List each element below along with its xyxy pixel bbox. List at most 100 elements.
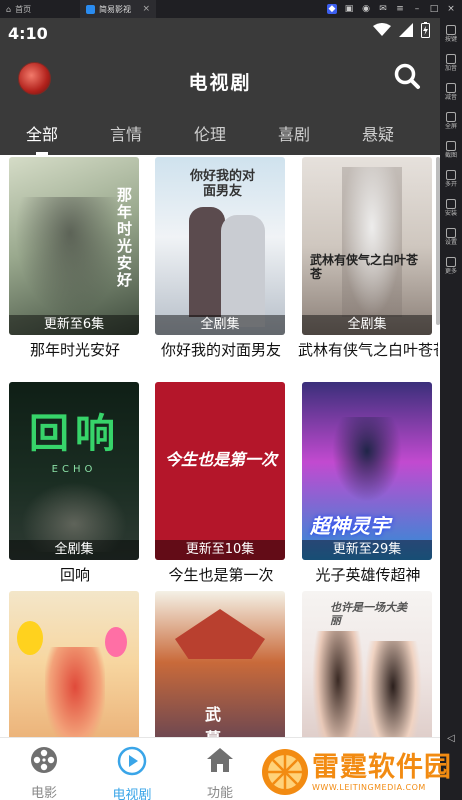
episode-badge: 全剧集 (302, 315, 432, 335)
volume-down-icon (445, 83, 456, 93)
video-title: 那年时光安好 (29, 341, 120, 359)
poster-figure (364, 641, 422, 737)
tab-all[interactable]: 全部 (0, 118, 84, 155)
sidebar-label: 多开 (444, 181, 457, 188)
poster-title-art: 武林有侠气之白叶苍苍 (310, 253, 419, 281)
volume-up-icon (445, 54, 456, 64)
emulator-window-controls: ◆ ▣ ◉ ✉ ≡ – □ × (327, 4, 462, 14)
poster-image: 你好我的对面男友 全剧集 (155, 157, 285, 335)
close-icon[interactable]: × (142, 4, 150, 14)
home-tab-label: 首页 (15, 4, 32, 14)
video-card[interactable] (9, 591, 139, 737)
poster-figures (45, 647, 105, 737)
app-header: 4:10 电视剧 全部 言情 伦理 喜剧 悬疑 (0, 18, 440, 155)
video-card[interactable]: 武幕 (155, 591, 285, 737)
episode-badge: 更新至29集 (302, 540, 432, 560)
app-tab-label: 简易影视 (99, 4, 131, 14)
tab-comedy[interactable]: 喜剧 (252, 118, 336, 155)
sidebar-screenshot[interactable]: 截图 (445, 141, 457, 167)
keyboard-icon (445, 25, 456, 35)
menu-icon[interactable]: ≡ (395, 4, 405, 14)
video-card[interactable]: 超神灵宇 更新至29集 光子英雄传超神 (302, 382, 432, 585)
back-arrow-icon[interactable]: ◁ (447, 733, 455, 744)
poster-image: 超神灵宇 更新至29集 (302, 382, 432, 560)
play-icon (117, 746, 147, 776)
watermark-url: WWW.LEITINGMEDIA.COM (312, 782, 426, 792)
orange-slice-icon (263, 750, 307, 794)
scrollbar[interactable] (436, 157, 440, 325)
nav-functions[interactable]: 功能 (190, 746, 250, 800)
video-card[interactable]: 也许是一场大美丽 (302, 591, 432, 737)
sidebar-label: 加音 (444, 65, 457, 72)
gear-icon (445, 228, 456, 238)
watermark: 雷霆软件园 WWW.LEITINGMEDIA.COM (262, 744, 462, 800)
sidebar-multi[interactable]: 多开 (445, 170, 457, 196)
multi-window-icon (445, 170, 456, 180)
video-title: 武林有侠气之白叶苍苍 (298, 341, 438, 359)
window-close-icon[interactable]: × (446, 4, 456, 14)
poster-image (9, 591, 139, 737)
app-icon (86, 4, 95, 14)
poster-title-art: 那年时光安好 (117, 186, 133, 289)
episode-badge: 更新至10集 (155, 540, 285, 560)
minimize-icon[interactable]: – (412, 4, 422, 14)
sidebar-label: 安装 (444, 210, 457, 217)
video-title: 回响 (59, 566, 90, 584)
maximize-icon[interactable]: □ (429, 4, 439, 14)
watermark-name: 雷霆软件园 (312, 751, 452, 783)
tab-romance[interactable]: 言情 (84, 118, 168, 155)
tab-label: 喜剧 (277, 125, 310, 144)
episode-badge: 更新至6集 (9, 315, 139, 335)
nav-label: 功能 (206, 786, 233, 800)
sidebar-install[interactable]: 安装 (445, 199, 457, 225)
poster-figure (342, 167, 402, 317)
video-title: 今生也是第一次 (168, 566, 274, 584)
poster-figure (312, 631, 364, 737)
assistant-icon[interactable]: ◆ (327, 4, 337, 14)
sidebar-label: 设置 (444, 239, 457, 246)
sidebar-fullscreen[interactable]: 全屏 (445, 112, 457, 138)
status-time: 4:10 (8, 24, 48, 43)
video-card[interactable]: 回响 ECHO 全剧集 回响 (9, 382, 139, 585)
poster-image: 武林有侠气之白叶苍苍 全剧集 (302, 157, 432, 335)
phone-screen: 4:10 电视剧 全部 言情 伦理 喜剧 悬疑 那年时光安好 更新至6集 那年时… (0, 18, 440, 800)
poster-figure (221, 215, 265, 327)
home-icon: ⌂ (6, 4, 12, 14)
tab-suspense[interactable]: 悬疑 (336, 118, 420, 155)
emulator-home-tab[interactable]: ⌂ 首页 (0, 0, 80, 18)
sidebar-more[interactable]: 更多 (445, 257, 457, 283)
sidebar-label: 更多 (444, 268, 457, 275)
sidebar-volume-down[interactable]: 减音 (445, 83, 457, 109)
gamepad-icon[interactable]: ▣ (344, 4, 354, 14)
nav-tv[interactable]: 电视剧 (102, 746, 162, 800)
sidebar-keys[interactable]: 按键 (445, 25, 457, 51)
video-card[interactable]: 你好我的对面男友 全剧集 你好我的对面男友 (155, 157, 285, 360)
video-card[interactable]: 那年时光安好 更新至6集 那年时光安好 (9, 157, 139, 360)
sidebar-label: 全屏 (444, 123, 457, 130)
episode-badge: 全剧集 (9, 540, 139, 560)
tab-label: 全部 (25, 125, 58, 144)
user-icon[interactable]: ◉ (361, 4, 371, 14)
sidebar-label: 按键 (444, 36, 457, 43)
nav-label: 电视剧 (112, 788, 152, 800)
video-title: 你好我的对面男友 (160, 341, 281, 359)
poster-image: 今生也是第一次 更新至10集 (155, 382, 285, 560)
mail-icon[interactable]: ✉ (378, 4, 388, 14)
signal-icon (399, 23, 413, 37)
nav-movies[interactable]: 电影 (14, 746, 74, 800)
watermark-logo (262, 749, 308, 795)
install-icon (445, 199, 456, 209)
poster-image: 武幕 (155, 591, 285, 737)
emulator-app-tab[interactable]: 简易影视 × (80, 0, 156, 18)
sidebar-volume-up[interactable]: 加音 (445, 54, 457, 80)
video-card[interactable]: 今生也是第一次 更新至10集 今生也是第一次 (155, 382, 285, 585)
poster-title-art: 武幕 (205, 705, 222, 737)
sidebar-settings[interactable]: 设置 (445, 228, 457, 254)
tab-label: 悬疑 (361, 125, 394, 144)
video-card[interactable]: 武林有侠气之白叶苍苍 全剧集 武林有侠气之白叶苍苍 (298, 157, 438, 360)
tab-ethics[interactable]: 伦理 (168, 118, 252, 155)
sidebar-label: 减音 (444, 94, 457, 101)
search-icon[interactable] (393, 62, 423, 92)
poster-figures (15, 197, 125, 317)
poster-title-art: 你好我的对面男友 (189, 169, 255, 199)
